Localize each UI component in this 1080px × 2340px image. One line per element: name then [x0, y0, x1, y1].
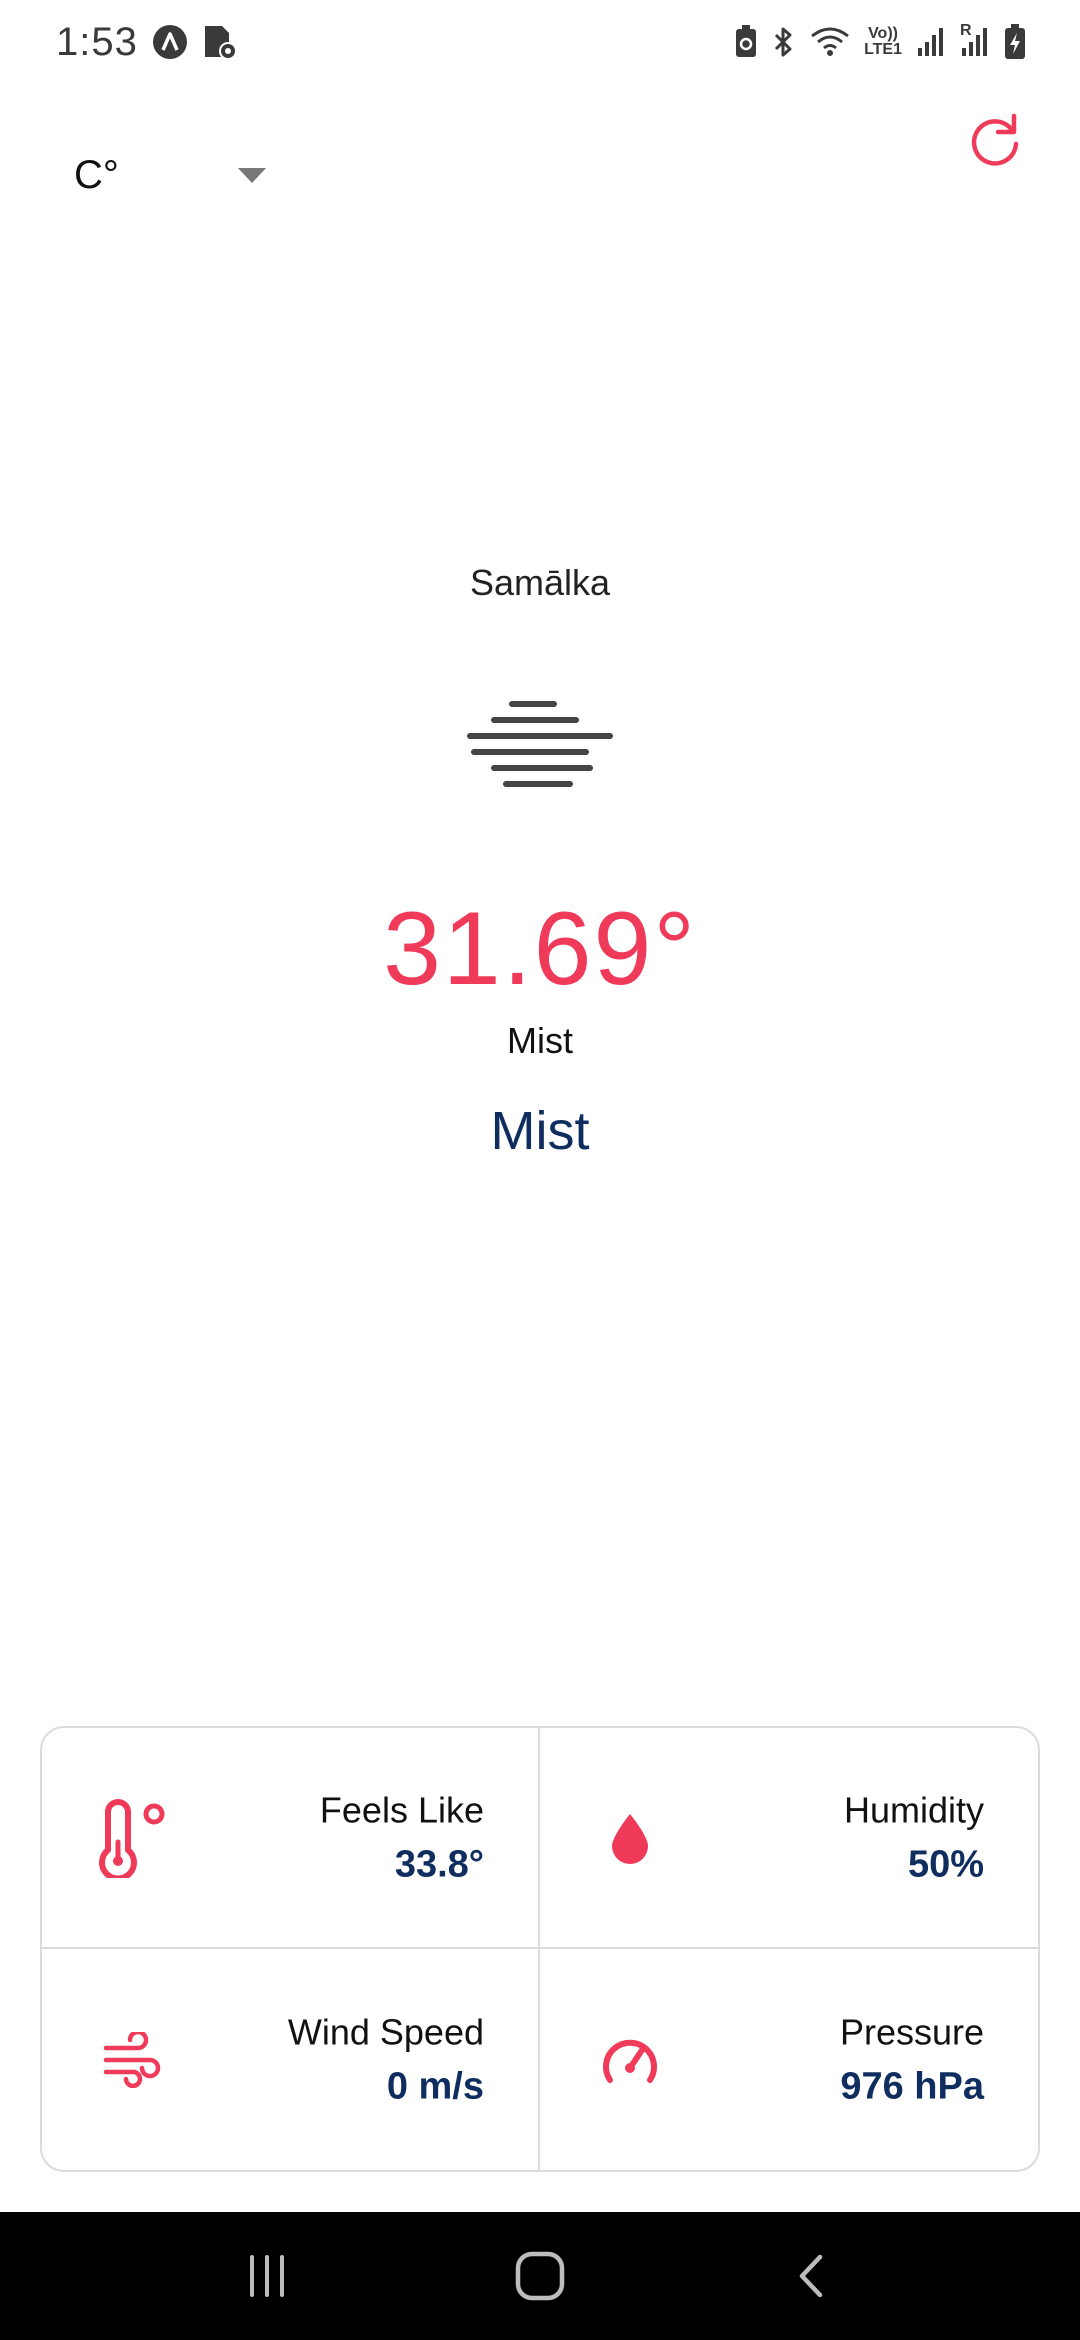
home-button[interactable]	[500, 2236, 580, 2316]
stat-text: Feels Like 33.8°	[320, 1789, 484, 1886]
roaming-label: R	[960, 22, 972, 39]
signal-icon	[916, 26, 946, 58]
battery-saver-icon	[734, 25, 758, 59]
stat-feels-like: Feels Like 33.8°	[42, 1728, 540, 1949]
weather-main: Mist	[490, 1101, 590, 1161]
refresh-button[interactable]	[962, 108, 1028, 174]
temperature-value: 31.69°	[383, 891, 697, 1007]
status-left: 1:53	[56, 20, 238, 65]
back-icon	[800, 2254, 823, 2298]
volte-bottom-text: LTE1	[864, 41, 902, 58]
recent-apps-button[interactable]	[227, 2236, 307, 2316]
unit-selected-label: C°	[74, 152, 119, 197]
system-nav-bar	[0, 2212, 1080, 2340]
dropdown-arrow-icon	[238, 167, 266, 183]
back-button[interactable]	[773, 2236, 853, 2316]
stat-wind-speed: Wind Speed 0 m/s	[42, 1949, 540, 2170]
stat-label: Humidity	[843, 1789, 984, 1830]
refresh-icon	[971, 113, 1019, 166]
battery-charging-icon	[1004, 24, 1026, 60]
wifi-icon	[810, 26, 850, 58]
recent-apps-icon	[249, 2255, 284, 2297]
home-icon	[515, 2251, 565, 2301]
weather-description: Mist	[507, 1020, 573, 1061]
volte-top-text: Vo))	[868, 25, 898, 42]
status-time: 1:53	[56, 19, 138, 64]
stat-value: 976 hPa	[840, 2065, 984, 2107]
gauge-icon	[590, 2020, 670, 2100]
stat-text: Wind Speed 0 m/s	[288, 2011, 484, 2108]
stat-label: Pressure	[839, 2011, 984, 2052]
status-bar: 1:53 Vo)) LTE1 R	[0, 0, 1080, 84]
file-sync-icon	[202, 23, 238, 61]
thermometer-icon	[92, 1798, 172, 1878]
stat-pressure: Pressure 976 hPa	[540, 1949, 1038, 2170]
wind-icon	[92, 2020, 172, 2100]
weather-app-screen: 1:53 Vo)) LTE1 R C° Samālka 31.69° Mist …	[0, 0, 1080, 2340]
stat-value: 33.8°	[394, 1843, 484, 1885]
stat-text: Pressure 976 hPa	[840, 2011, 984, 2108]
city-name: Samālka	[469, 562, 611, 603]
volte-indicator: Vo)) LTE1	[864, 26, 902, 58]
water-drop-icon	[590, 1798, 670, 1878]
stat-label: Feels Like	[319, 1789, 484, 1830]
bluetooth-icon	[772, 25, 796, 59]
unit-dropdown[interactable]: C°	[74, 140, 274, 210]
mist-weather-icon	[466, 694, 614, 794]
stat-text: Humidity 50%	[844, 1789, 984, 1886]
stat-label: Wind Speed	[287, 2011, 484, 2052]
status-right: Vo)) LTE1 R	[734, 22, 1026, 60]
stat-humidity: Humidity 50%	[540, 1728, 1038, 1949]
app-notification-icon	[152, 24, 188, 60]
roaming-signal-icon: R	[960, 22, 990, 58]
stat-value: 50%	[907, 1843, 984, 1885]
weather-stats-card: Feels Like 33.8° Humidity 50% Wind Speed…	[40, 1726, 1040, 2172]
stat-value: 0 m/s	[386, 2065, 484, 2107]
